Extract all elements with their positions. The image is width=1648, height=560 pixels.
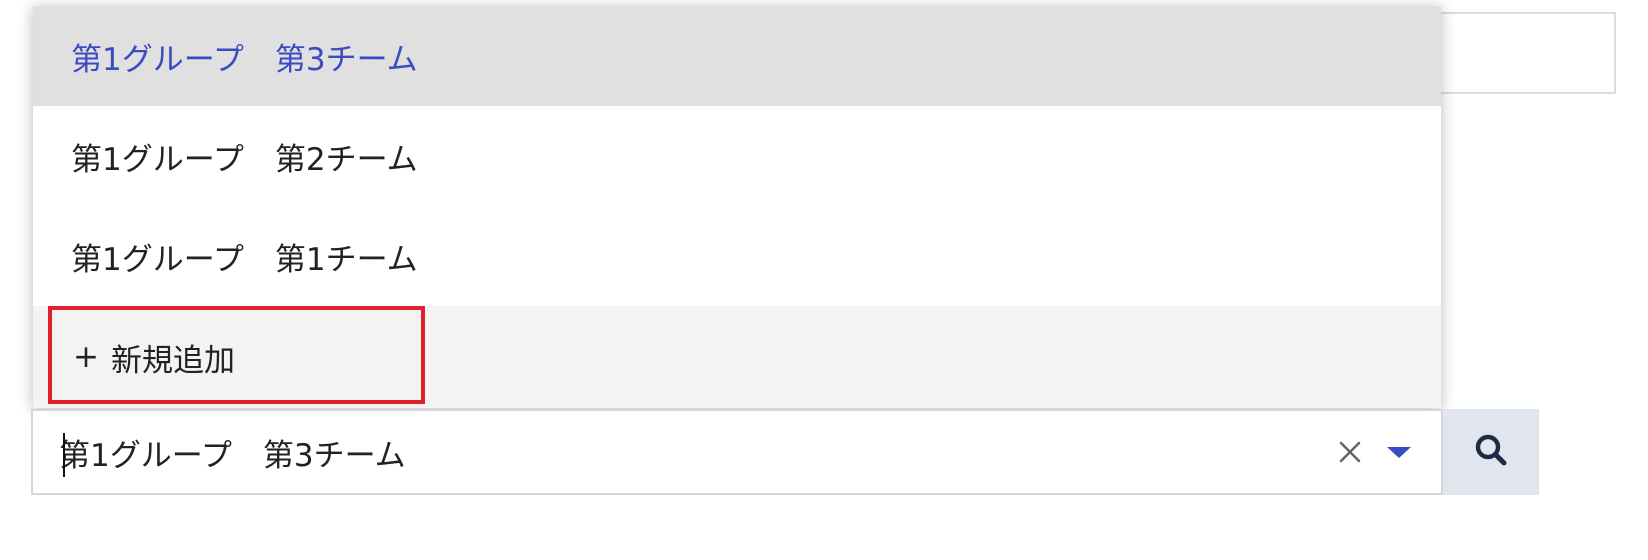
team-combobox-input[interactable] — [59, 422, 1309, 482]
text-cursor — [63, 433, 65, 477]
search-button[interactable] — [1443, 409, 1539, 495]
team-dropdown-menu: 第1グループ 第3チーム 第1グループ 第2チーム 第1グループ 第1チーム +… — [33, 6, 1441, 408]
search-icon — [1474, 433, 1508, 471]
caret-down-icon[interactable] — [1381, 429, 1417, 475]
dropdown-option[interactable]: 第1グループ 第1チーム — [33, 206, 1441, 306]
plus-icon: + — [73, 339, 99, 375]
option-label: 第1グループ 第2チーム — [71, 141, 418, 178]
add-new-option[interactable]: + 新規追加 — [33, 306, 1441, 408]
team-combobox[interactable] — [31, 409, 1443, 495]
highlight-box — [48, 306, 425, 404]
page: 第1グループ 第3チーム 第1グループ 第2チーム 第1グループ 第1チーム +… — [0, 0, 1648, 560]
add-new-label: 新規追加 — [110, 342, 235, 379]
dropdown-option-selected[interactable]: 第1グループ 第3チーム — [33, 6, 1441, 106]
dropdown-option[interactable]: 第1グループ 第2チーム — [33, 106, 1441, 206]
close-icon[interactable] — [1333, 429, 1367, 475]
option-label: 第1グループ 第1チーム — [71, 241, 418, 278]
option-label: 第1グループ 第3チーム — [71, 41, 418, 78]
